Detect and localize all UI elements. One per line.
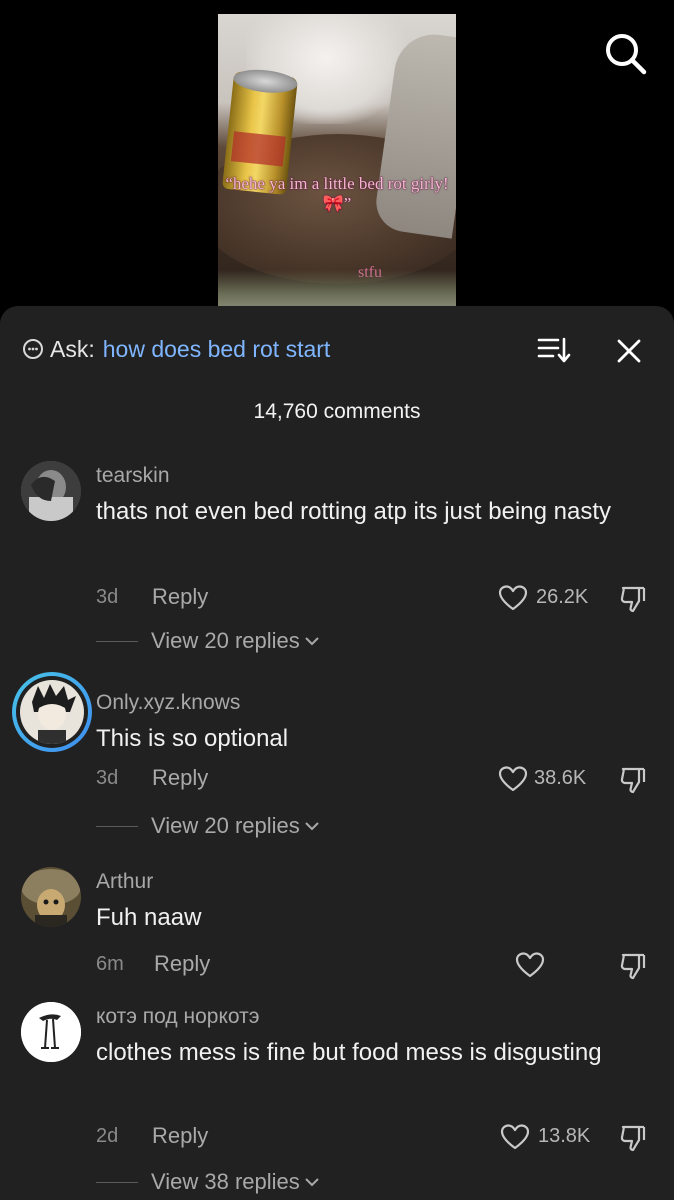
replies-divider [96,825,138,827]
close-icon [617,339,641,363]
avatar-image [21,1002,81,1062]
comment-actions: 3d Reply 26.2K [96,584,656,614]
chevron-down-icon [305,1178,319,1187]
comment-time: 3d [96,767,119,789]
like-count: 38.6K [534,767,587,789]
ask-query-link[interactable]: how does bed rot start [103,336,331,363]
replies-divider [96,640,138,642]
heart-icon[interactable] [515,951,545,979]
comment-time: 3d [96,586,119,608]
comment-username[interactable]: tearskin [96,464,170,488]
avatar[interactable] [21,867,81,927]
avatar-image [20,680,84,744]
video-caption-overlay: “hehe ya im a little bed rot girly!🎀” [225,174,449,213]
comment-time: 2d [96,1125,119,1147]
dislike-icon[interactable] [618,765,648,795]
comment-username[interactable]: котэ под норкотэ [96,1005,259,1029]
view-replies-label: View 38 replies [151,1169,300,1194]
video-area[interactable]: “hehe ya im a little bed rot girly!🎀” st… [0,0,674,320]
comment-actions: 6m Reply [96,951,656,981]
thumbnail-floor [218,270,456,310]
avatar-ring-gap [16,676,88,748]
comment-actions [96,1069,656,1099]
view-replies-button[interactable]: View 38 replies [96,1169,320,1195]
chevron-down-icon [305,637,319,646]
ask-search-suggestion[interactable]: Ask: how does bed rot start [22,334,330,364]
view-replies-label: View 20 replies [151,813,300,838]
avatar[interactable] [12,672,92,752]
reply-button[interactable]: Reply [152,1123,208,1149]
view-replies-button[interactable]: View 20 replies [96,813,320,839]
comment-count: 14,760 comments [253,400,421,423]
like-count: 26.2K [536,586,589,608]
avatar-image [21,461,81,521]
comment-text: Fuh naaw [96,904,202,931]
ask-label: Ask: [50,335,95,362]
avatar[interactable] [21,461,81,521]
comment-username[interactable]: Arthur [96,870,153,894]
comment-actions: 3d Reply 38.6K [96,765,656,795]
comment-actions: 2d Reply 13.8K [96,1123,656,1153]
comments-sheet: Ask: how does bed rot start 14,760 comme… [0,306,674,1200]
heart-icon[interactable] [498,765,528,793]
dislike-icon[interactable] [618,951,648,981]
search-button[interactable] [602,30,648,76]
view-replies-label: View 20 replies [151,628,300,653]
heart-icon[interactable] [498,584,528,612]
comment-username[interactable]: Only.xyz.knows [96,691,240,715]
like-count: 13.8K [538,1125,591,1147]
ai-ask-icon [23,339,43,359]
comment-time: 6m [96,953,124,975]
comment-text: clothes mess is fine but food mess is di… [96,1039,602,1066]
reply-button[interactable]: Reply [154,951,210,977]
replies-divider [96,1181,138,1183]
avatar[interactable] [21,1002,81,1062]
avatar-image [21,867,81,927]
search-icon [606,34,647,75]
reply-button[interactable]: Reply [152,584,208,610]
heart-icon[interactable] [500,1123,530,1151]
dislike-icon[interactable] [618,584,648,614]
comment-text: This is so optional [96,725,289,752]
reply-button[interactable]: Reply [152,765,208,791]
dislike-icon[interactable] [618,1123,648,1153]
sort-button[interactable] [536,336,572,364]
close-comments-button[interactable] [614,336,644,366]
sort-icon [537,337,571,363]
view-replies-button[interactable]: View 20 replies [96,628,320,654]
comment-text: thats not even bed rotting atp its just … [96,498,611,525]
video-thumbnail[interactable]: “hehe ya im a little bed rot girly!🎀” st… [218,14,456,310]
chevron-down-icon [305,822,319,831]
